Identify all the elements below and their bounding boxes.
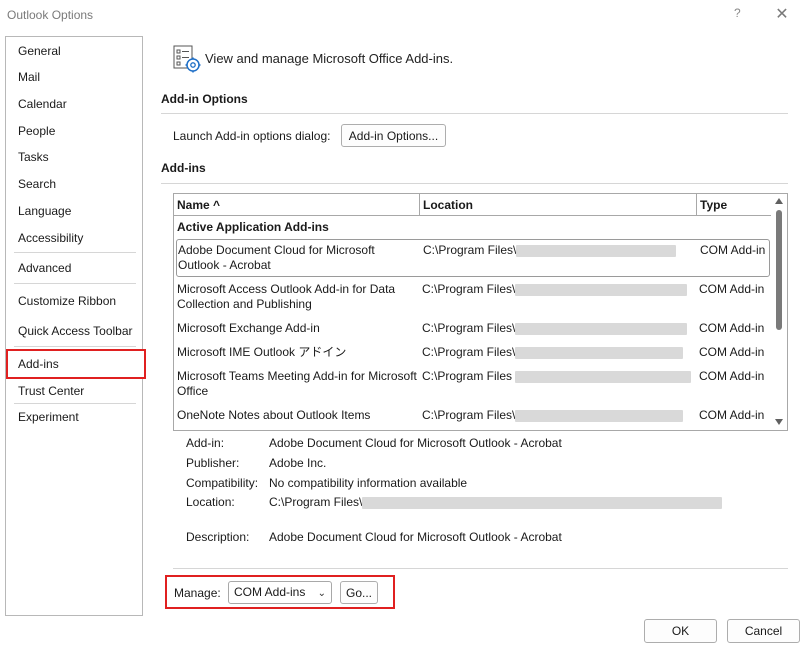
row-location: C:\Program Files\	[422, 345, 692, 360]
row-type: COM Add-in	[699, 321, 765, 335]
row-location-text: C:\Program Files	[422, 369, 513, 383]
detail-compatibility-value: No compatibility information available	[269, 476, 468, 490]
row-location: C:\Program Files\	[422, 321, 692, 336]
row-type: COM Add-in	[699, 282, 765, 296]
nav-item-customize-ribbon[interactable]: Customize Ribbon	[6, 289, 142, 313]
row-name: OneNote Notes about Outlook Items	[177, 408, 371, 422]
detail-publisher-value: Adobe Inc.	[269, 456, 327, 470]
detail-description-value: Adobe Document Cloud for Microsoft Outlo…	[269, 530, 562, 544]
addins-title: Add-ins	[161, 161, 206, 175]
row-type: COM Add-in	[700, 243, 766, 257]
row-name: Microsoft IME Outlook アドイン	[177, 345, 347, 359]
redacted-path	[515, 370, 692, 383]
row-location: C:\Program Files\	[422, 408, 692, 423]
detail-addin-label: Add-in:	[186, 436, 225, 450]
detail-publisher-label: Publisher:	[186, 456, 240, 470]
manage-label: Manage:	[174, 586, 221, 600]
table-row[interactable]: Microsoft Access Outlook Add-in for Data…	[174, 282, 771, 318]
addins-settings-icon	[172, 44, 202, 74]
detail-description-label: Description:	[186, 530, 250, 544]
redacted-path	[515, 322, 688, 335]
row-type: COM Add-in	[699, 369, 765, 383]
redacted-path	[515, 283, 688, 296]
nav-item-tasks[interactable]: Tasks	[6, 145, 142, 169]
row-location-text: C:\Program Files\	[422, 345, 516, 359]
cancel-button[interactable]: Cancel	[727, 619, 800, 643]
nav-divider	[14, 283, 136, 284]
scroll-up-arrow-icon[interactable]	[775, 198, 783, 204]
addins-table: Name ^ Location Type Active Application …	[173, 193, 788, 431]
section-divider	[161, 183, 788, 184]
nav-divider	[14, 403, 136, 404]
title-bar: Outlook Options ? ✕	[0, 0, 800, 30]
section-divider	[173, 568, 788, 569]
nav-item-quick-access-toolbar[interactable]: Quick Access Toolbar	[6, 319, 142, 343]
table-row[interactable]: Microsoft IME Outlook アドイン C:\Program Fi…	[174, 345, 771, 365]
help-button[interactable]: ?	[734, 6, 746, 20]
detail-location-value: C:\Program Files\	[269, 495, 723, 509]
manage-select[interactable]: COM Add-ins ⌄	[228, 581, 332, 604]
row-name: Microsoft Exchange Add-in	[177, 321, 320, 335]
redacted-path	[362, 496, 723, 509]
panel-heading: View and manage Microsoft Office Add-ins…	[205, 51, 454, 66]
table-row[interactable]: Microsoft Teams Meeting Add-in for Micro…	[174, 369, 771, 405]
nav-item-trust-center[interactable]: Trust Center	[6, 379, 142, 403]
row-location: C:\Program Files\	[423, 243, 693, 258]
addin-options-button[interactable]: Add-in Options...	[341, 124, 446, 147]
launch-dialog-label: Launch Add-in options dialog:	[173, 129, 331, 143]
nav-item-language[interactable]: Language	[6, 199, 142, 223]
table-scrollbar[interactable]	[771, 194, 787, 430]
row-type: COM Add-in	[699, 408, 765, 422]
nav-item-accessibility[interactable]: Accessibility	[6, 226, 142, 250]
group-header: Active Application Add-ins	[177, 220, 329, 234]
scroll-thumb[interactable]	[776, 210, 782, 330]
row-name: Microsoft Access Outlook Add-in for Data…	[177, 282, 396, 311]
column-header-name[interactable]: Name ^	[174, 194, 420, 216]
manage-select-value: COM Add-ins	[234, 585, 306, 599]
close-icon[interactable]: ✕	[772, 4, 792, 24]
chevron-down-icon: ⌄	[317, 588, 326, 599]
row-location-text: C:\Program Files\	[422, 321, 516, 335]
go-button[interactable]: Go...	[340, 581, 378, 604]
window-title: Outlook Options	[7, 8, 94, 22]
nav-divider	[14, 252, 136, 253]
redacted-path	[515, 346, 684, 359]
table-row[interactable]: Adobe Document Cloud for Microsoft Outlo…	[176, 239, 770, 277]
row-location-text: C:\Program Files\	[422, 282, 516, 296]
nav-divider	[14, 346, 136, 347]
addins-panel: View and manage Microsoft Office Add-ins…	[150, 30, 800, 630]
redacted-path	[515, 409, 684, 422]
options-nav: General Mail Calendar People Tasks Searc…	[5, 36, 146, 616]
detail-location-text: C:\Program Files\	[269, 495, 363, 509]
detail-location-label: Location:	[186, 495, 235, 509]
scroll-down-arrow-icon[interactable]	[775, 419, 783, 425]
row-location-text: C:\Program Files\	[423, 243, 517, 257]
table-header: Name ^ Location Type	[174, 194, 771, 216]
row-name: Adobe Document Cloud for Microsoft Outlo…	[178, 243, 375, 272]
detail-compatibility-label: Compatibility:	[186, 476, 259, 490]
row-location: C:\Program Files\	[422, 282, 692, 297]
nav-item-search[interactable]: Search	[6, 172, 142, 196]
manage-highlight: Manage: COM Add-ins ⌄ Go...	[165, 575, 395, 609]
table-row[interactable]: OneNote Notes about Outlook Items C:\Pro…	[174, 408, 771, 428]
section-divider	[161, 113, 788, 114]
nav-item-experiment[interactable]: Experiment	[6, 405, 142, 429]
redacted-path	[516, 244, 677, 257]
nav-item-people[interactable]: People	[6, 119, 142, 143]
detail-addin-value: Adobe Document Cloud for Microsoft Outlo…	[269, 436, 562, 450]
nav-item-calendar[interactable]: Calendar	[6, 92, 142, 116]
addin-options-title: Add-in Options	[161, 92, 248, 106]
table-row[interactable]: Microsoft Exchange Add-in C:\Program Fil…	[174, 321, 771, 341]
ok-button[interactable]: OK	[644, 619, 717, 643]
nav-item-mail[interactable]: Mail	[6, 65, 142, 89]
column-header-type[interactable]: Type	[697, 194, 771, 216]
nav-item-advanced[interactable]: Advanced	[6, 256, 142, 280]
row-location: C:\Program Files	[422, 369, 692, 384]
column-header-location[interactable]: Location	[420, 194, 697, 216]
nav-item-add-ins[interactable]: Add-ins	[6, 349, 146, 379]
nav-item-general[interactable]: General	[6, 39, 142, 63]
row-name: Microsoft Teams Meeting Add-in for Micro…	[177, 369, 417, 398]
row-location-text: C:\Program Files\	[422, 408, 516, 422]
row-type: COM Add-in	[699, 345, 765, 359]
